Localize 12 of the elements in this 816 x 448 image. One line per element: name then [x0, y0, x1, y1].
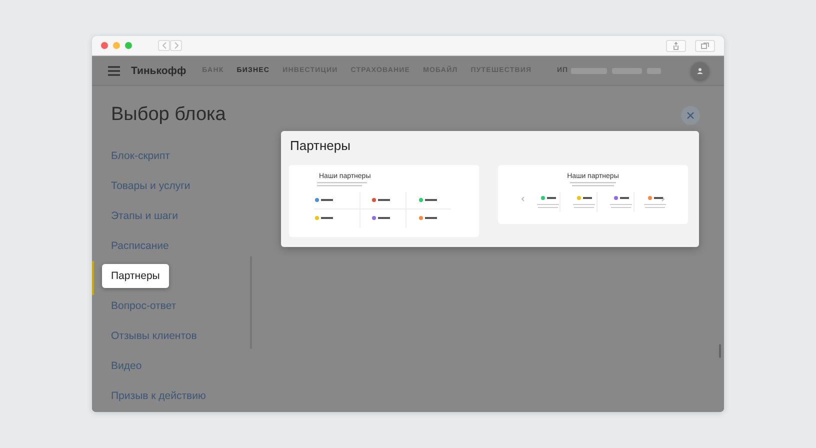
block-type-item[interactable]: Партнеры	[102, 264, 169, 288]
brand-logo[interactable]: Тинькофф	[131, 64, 186, 76]
block-type-item[interactable]: Товары и услуги	[102, 174, 200, 198]
block-type-item[interactable]: Расписание	[102, 234, 178, 258]
preview-title: Партнеры	[290, 138, 352, 153]
block-type-item[interactable]: Этапы и шаги	[102, 204, 187, 228]
dialog-title: Выбор блока	[111, 104, 226, 126]
block-type-item[interactable]: Видео	[102, 354, 151, 378]
block-type-item[interactable]: Вопрос-ответ	[102, 294, 186, 318]
block-type-item[interactable]: Блок-скрипт	[102, 144, 179, 168]
block-type-item[interactable]: Призыв к действию	[102, 384, 215, 408]
block-type-item[interactable]: Отзывы клиентов	[102, 324, 206, 348]
